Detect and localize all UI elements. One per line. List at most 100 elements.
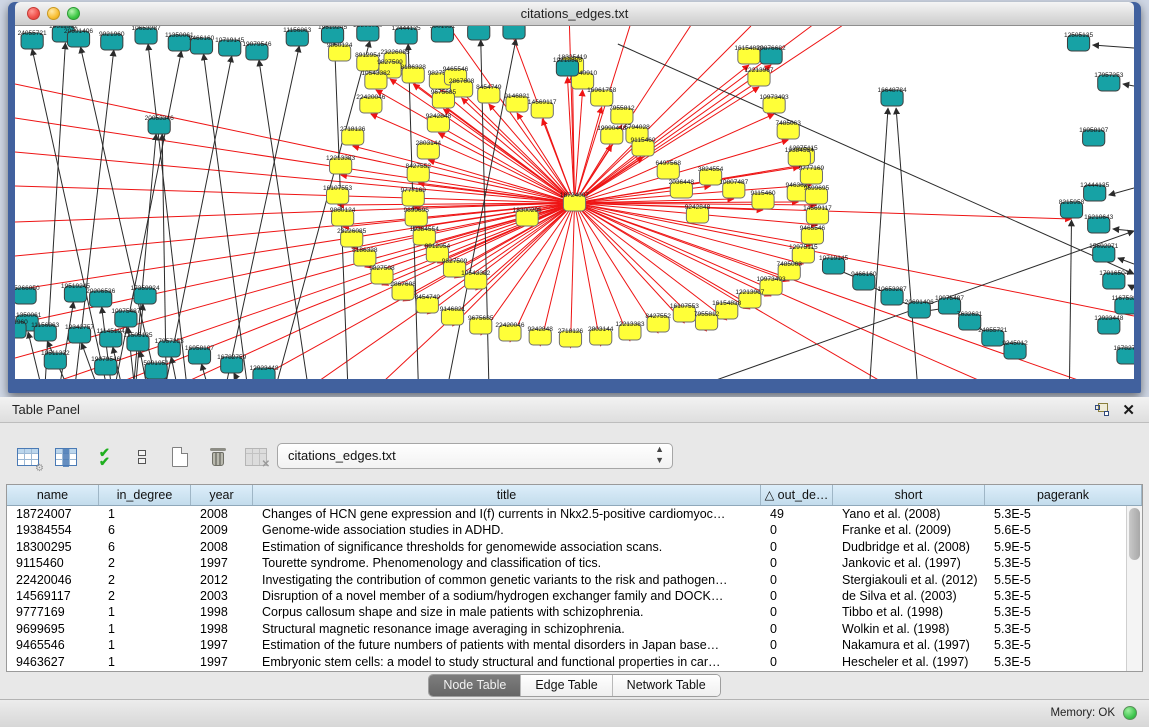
network-node[interactable]: 17016504 <box>1099 270 1128 289</box>
network-node[interactable]: 8186328 <box>352 247 378 266</box>
network-node[interactable]: 10653287 <box>131 26 160 44</box>
network-node[interactable]: 18300295 <box>513 207 542 226</box>
network-node[interactable]: 9146821 <box>504 93 530 112</box>
network-node[interactable]: 12444135 <box>1080 182 1109 201</box>
network-node[interactable]: 9860124 <box>327 42 353 61</box>
network-node[interactable]: 10543382 <box>461 270 490 289</box>
network-node[interactable]: 16648784 <box>877 87 906 106</box>
network-node[interactable]: 16958107 <box>185 345 214 364</box>
float-panel-icon[interactable] <box>1095 403 1109 416</box>
network-node[interactable]: 7485063 <box>775 120 801 139</box>
column-header-out_de[interactable]: △ out_de… <box>761 485 833 505</box>
table-selector-dropdown[interactable]: citations_edges.txt ▲▼ <box>277 443 673 469</box>
network-node[interactable]: 11675324 <box>1112 295 1134 314</box>
network-node[interactable]: 9699695 <box>804 185 830 204</box>
network-node[interactable]: 25266050 <box>353 26 382 41</box>
close-panel-icon[interactable]: ✕ <box>1122 401 1135 419</box>
network-node[interactable]: 2867608 <box>390 281 416 300</box>
table-vertical-scrollbar[interactable] <box>1126 506 1142 671</box>
network-node[interactable]: 9466160 <box>189 35 215 54</box>
tab-node-table[interactable]: Node Table <box>429 675 521 696</box>
network-node[interactable]: 10807487 <box>719 179 748 198</box>
column-header-in_degree[interactable]: in_degree <box>99 485 191 505</box>
network-node[interactable]: 8427552 <box>406 163 432 182</box>
show-columns-icon[interactable] <box>52 443 80 471</box>
network-node[interactable]: 9675685 <box>468 315 494 334</box>
network-node[interactable]: 9245012 <box>1002 340 1028 359</box>
column-header-name[interactable]: name <box>7 485 99 505</box>
network-node[interactable]: 9115460 <box>751 190 776 209</box>
citation-network-graph[interactable]: 1832541918640910169617587955812199904486… <box>15 26 1134 379</box>
network-node[interactable]: 20876682 <box>757 45 786 64</box>
network-node[interactable]: 9021960 <box>99 31 125 50</box>
network-node[interactable]: 9146821 <box>440 306 466 325</box>
network-node[interactable]: 2803144 <box>416 140 442 159</box>
column-header-year[interactable]: year <box>191 485 253 505</box>
network-node[interactable]: 17957253 <box>1094 72 1123 91</box>
network-node[interactable]: 9699695 <box>403 207 429 226</box>
network-node[interactable]: 9242848 <box>685 204 711 223</box>
network-window-titlebar[interactable]: citations_edges.txt <box>15 2 1134 26</box>
table-row[interactable]: 946362711997Embryonic stem cells: a mode… <box>7 654 1126 670</box>
network-node[interactable]: 10975487 <box>111 308 140 327</box>
delete-table-icon[interactable] <box>204 443 232 471</box>
network-node[interactable]: 12213967 <box>744 67 773 86</box>
column-header-short[interactable]: short <box>833 485 985 505</box>
network-node[interactable]: 19519245 <box>318 26 347 43</box>
table-row[interactable]: 977716911998Corpus callosum shape and si… <box>7 604 1126 620</box>
network-node[interactable]: 19079546 <box>242 41 271 60</box>
network-node[interactable]: 20691406 <box>905 299 934 318</box>
network-node[interactable]: 10719145 <box>819 255 848 274</box>
minimize-window-button[interactable] <box>47 7 60 20</box>
network-node[interactable]: 12505135 <box>123 332 152 351</box>
network-node[interactable]: 10543382 <box>361 70 390 89</box>
network-node[interactable]: 25266050 <box>15 285 40 304</box>
network-node[interactable]: 14569117 <box>803 205 832 224</box>
network-node[interactable]: 20206536 <box>86 288 115 307</box>
table-row[interactable]: 2242004622012Investigating the contribut… <box>7 572 1126 588</box>
network-node[interactable]: 8427552 <box>645 313 671 332</box>
network-node[interactable]: 19384554 <box>785 147 814 166</box>
network-node[interactable]: 16961758 <box>587 87 616 106</box>
network-node[interactable]: 15692971 <box>1089 243 1118 262</box>
network-node[interactable]: 7955812 <box>694 311 720 330</box>
network-node[interactable]: 8186328 <box>400 64 426 83</box>
close-window-button[interactable] <box>27 7 40 20</box>
network-node[interactable]: 9466160 <box>851 271 877 290</box>
network-node[interactable]: 7955812 <box>609 105 635 124</box>
network-node[interactable]: 10719145 <box>215 37 244 56</box>
select-rows-icon[interactable]: ✔✔ <box>90 443 118 471</box>
memory-status-indicator-icon[interactable] <box>1123 706 1137 720</box>
network-node[interactable]: 12923448 <box>1094 315 1123 334</box>
network-node[interactable]: 16782759 <box>217 354 246 373</box>
scrollbar-thumb[interactable] <box>1129 508 1140 560</box>
table-row[interactable]: 1830029562008Estimation of significance … <box>7 539 1126 555</box>
network-node[interactable]: 16107553 <box>323 185 352 204</box>
table-row[interactable]: 1872400712008Changes of HCN gene express… <box>7 506 1126 522</box>
network-node[interactable]: 18724007 <box>560 192 589 211</box>
network-node[interactable]: 17957253 <box>155 338 184 357</box>
table-row[interactable]: 1938455462009Genome-wide association stu… <box>7 522 1126 538</box>
network-node[interactable]: 12923448 <box>249 365 278 379</box>
network-canvas[interactable]: 1832541918640910169617587955812199904486… <box>15 26 1134 379</box>
network-node[interactable]: 9021960 <box>15 319 28 338</box>
network-node[interactable]: 20691406 <box>64 28 93 47</box>
tab-network-table[interactable]: Network Table <box>613 675 720 696</box>
network-node[interactable]: 22420046 <box>495 322 524 341</box>
network-node[interactable]: 19218586 <box>553 57 582 76</box>
network-node[interactable]: 12505135 <box>1064 32 1093 51</box>
column-header-pagerank[interactable]: pagerank <box>985 485 1142 505</box>
network-node[interactable]: 12342757 <box>65 324 94 343</box>
table-row[interactable]: 946554611997Estimation of the future num… <box>7 637 1126 653</box>
network-node[interactable]: 2718126 <box>558 328 584 347</box>
network-node[interactable]: 9242848 <box>527 326 553 345</box>
network-node[interactable]: 16958107 <box>1079 127 1108 146</box>
network-node[interactable]: 24055721 <box>18 30 47 49</box>
zoom-window-button[interactable] <box>67 7 80 20</box>
network-node[interactable]: 6497568 <box>656 160 682 179</box>
network-node[interactable]: 9860124 <box>330 207 356 226</box>
network-node[interactable]: 9465546 <box>800 225 826 244</box>
column-header-title[interactable]: title <box>253 485 761 505</box>
network-node[interactable]: 8215958 <box>1059 199 1085 218</box>
table-header-row[interactable]: namein_degreeyeartitle△ out_de…shortpage… <box>7 485 1142 506</box>
